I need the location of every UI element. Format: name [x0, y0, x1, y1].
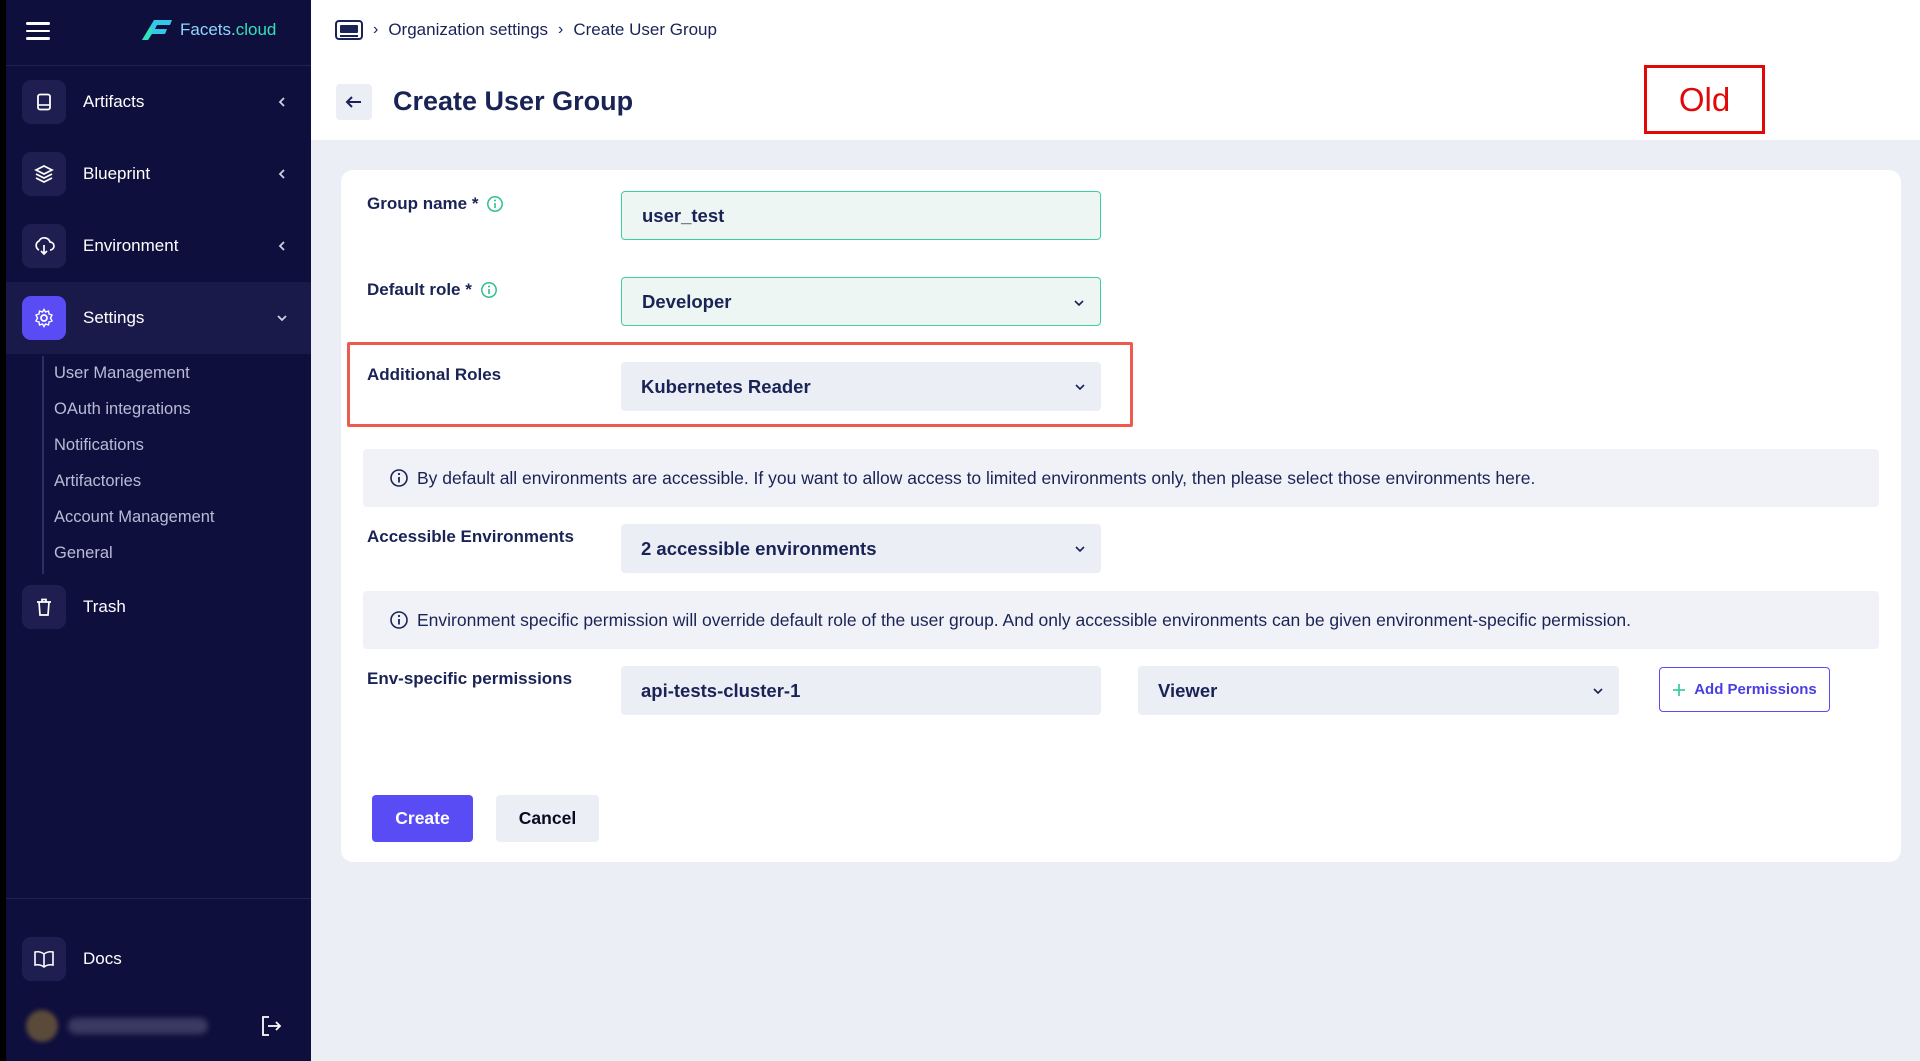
plus-icon [1673, 683, 1686, 696]
sidebar-subitem-account-management[interactable]: Account Management [54, 508, 215, 527]
sidebar-item-environment[interactable]: Environment [6, 210, 311, 282]
group-name-input[interactable] [621, 191, 1101, 240]
sidebar-item-label: Settings [83, 308, 145, 327]
demo-badge-icon [335, 20, 363, 40]
default-role-label: Default role * [367, 280, 498, 300]
info-icon[interactable] [486, 195, 504, 213]
default-role-value: Developer [642, 290, 732, 312]
chevron-right-icon: › [558, 21, 564, 38]
sidebar-item-label: Trash [83, 597, 126, 616]
env-permission-role-value: Viewer [1158, 679, 1218, 701]
info-icon[interactable] [480, 281, 498, 299]
chevron-down-icon [277, 315, 287, 322]
accessible-environments-label: Accessible Environments [367, 527, 574, 546]
back-button[interactable] [336, 84, 372, 120]
create-button[interactable]: Create [372, 795, 473, 842]
user-name-blurred [68, 1018, 208, 1034]
info-icon [390, 611, 408, 629]
breadcrumb: › Organization settings › Create User Gr… [335, 20, 717, 40]
book-icon [22, 80, 66, 124]
cancel-button[interactable]: Cancel [496, 795, 599, 842]
create-user-group-form: Group name * Default role * Developer Ad… [341, 170, 1901, 862]
env-permission-role-select[interactable]: Viewer [1138, 666, 1619, 715]
facets-logo-icon [142, 20, 172, 40]
open-book-icon [22, 937, 66, 981]
sidebar-item-trash[interactable]: Trash [6, 571, 311, 643]
additional-roles-select[interactable]: Kubernetes Reader [621, 362, 1101, 411]
sidebar-item-label: Artifacts [83, 92, 145, 111]
sidebar-item-blueprint[interactable]: Blueprint [6, 138, 311, 210]
annotation-old-label: Old [1644, 65, 1765, 134]
breadcrumb-item-organization-settings[interactable]: Organization settings [388, 20, 548, 40]
sidebar-item-label: Blueprint [83, 164, 151, 183]
logout-icon[interactable] [258, 1013, 284, 1039]
chevron-right-icon: › [373, 21, 379, 38]
user-profile[interactable] [26, 1008, 296, 1048]
facets-logo[interactable]: Facets.cloud [138, 18, 276, 42]
sidebar-item-settings[interactable]: Settings [6, 282, 311, 354]
app-frame: Facets.cloud Artifacts Blueprint Environ… [6, 0, 1920, 1061]
group-name-field[interactable] [642, 204, 1100, 227]
sidebar: Facets.cloud Artifacts Blueprint Environ… [6, 0, 311, 1061]
group-name-label: Group name * [367, 194, 504, 214]
sidebar-item-label: Environment [83, 236, 179, 255]
sidebar-header: Facets.cloud [6, 0, 311, 66]
page-header: › Organization settings › Create User Gr… [311, 0, 1920, 140]
sidebar-subitem-notifications[interactable]: Notifications [54, 436, 144, 455]
avatar [26, 1010, 58, 1042]
gear-icon [22, 296, 66, 340]
default-role-select[interactable]: Developer [621, 277, 1101, 326]
permission-override-notice: Environment specific permission will ove… [363, 591, 1879, 649]
accessible-environments-value: 2 accessible environments [641, 537, 877, 559]
submenu-guide-line [42, 356, 44, 574]
page-title: Create User Group [393, 86, 634, 116]
env-specific-permissions-label: Env-specific permissions [367, 669, 573, 688]
additional-roles-value: Kubernetes Reader [641, 375, 811, 397]
chevron-left-icon [278, 241, 285, 251]
environment-access-notice: By default all environments are accessib… [363, 449, 1879, 507]
add-permissions-button[interactable]: Add Permissions [1659, 667, 1830, 712]
chevron-left-icon [278, 169, 285, 179]
hamburger-menu-icon[interactable] [26, 22, 50, 42]
breadcrumb-item-create-user-group: Create User Group [573, 20, 717, 39]
sidebar-item-artifacts[interactable]: Artifacts [6, 66, 311, 138]
chevron-down-icon [1075, 546, 1085, 553]
logo-text: Facets.cloud [180, 20, 277, 39]
chevron-down-icon [1074, 300, 1084, 307]
chevron-down-icon [1593, 688, 1603, 695]
layers-icon [22, 152, 66, 196]
env-permission-environment-value: api-tests-cluster-1 [641, 679, 801, 701]
chevron-left-icon [278, 97, 285, 107]
arrow-left-icon [345, 96, 361, 108]
sidebar-item-label: Docs [83, 949, 122, 968]
sidebar-subitem-artifactories[interactable]: Artifactories [54, 472, 141, 491]
cloud-download-icon [22, 224, 66, 268]
info-icon [390, 469, 408, 487]
chevron-down-icon [1075, 384, 1085, 391]
sidebar-subitem-user-management[interactable]: User Management [54, 364, 190, 383]
sidebar-subitem-general[interactable]: General [54, 544, 113, 563]
sidebar-item-docs[interactable]: Docs [6, 923, 311, 995]
additional-roles-label: Additional Roles [367, 365, 502, 384]
accessible-environments-select[interactable]: 2 accessible environments [621, 524, 1101, 573]
trash-icon [22, 585, 66, 629]
sidebar-subitem-oauth-integrations[interactable]: OAuth integrations [54, 400, 191, 419]
env-permission-environment-field[interactable]: api-tests-cluster-1 [621, 666, 1101, 715]
sidebar-divider [6, 898, 311, 899]
